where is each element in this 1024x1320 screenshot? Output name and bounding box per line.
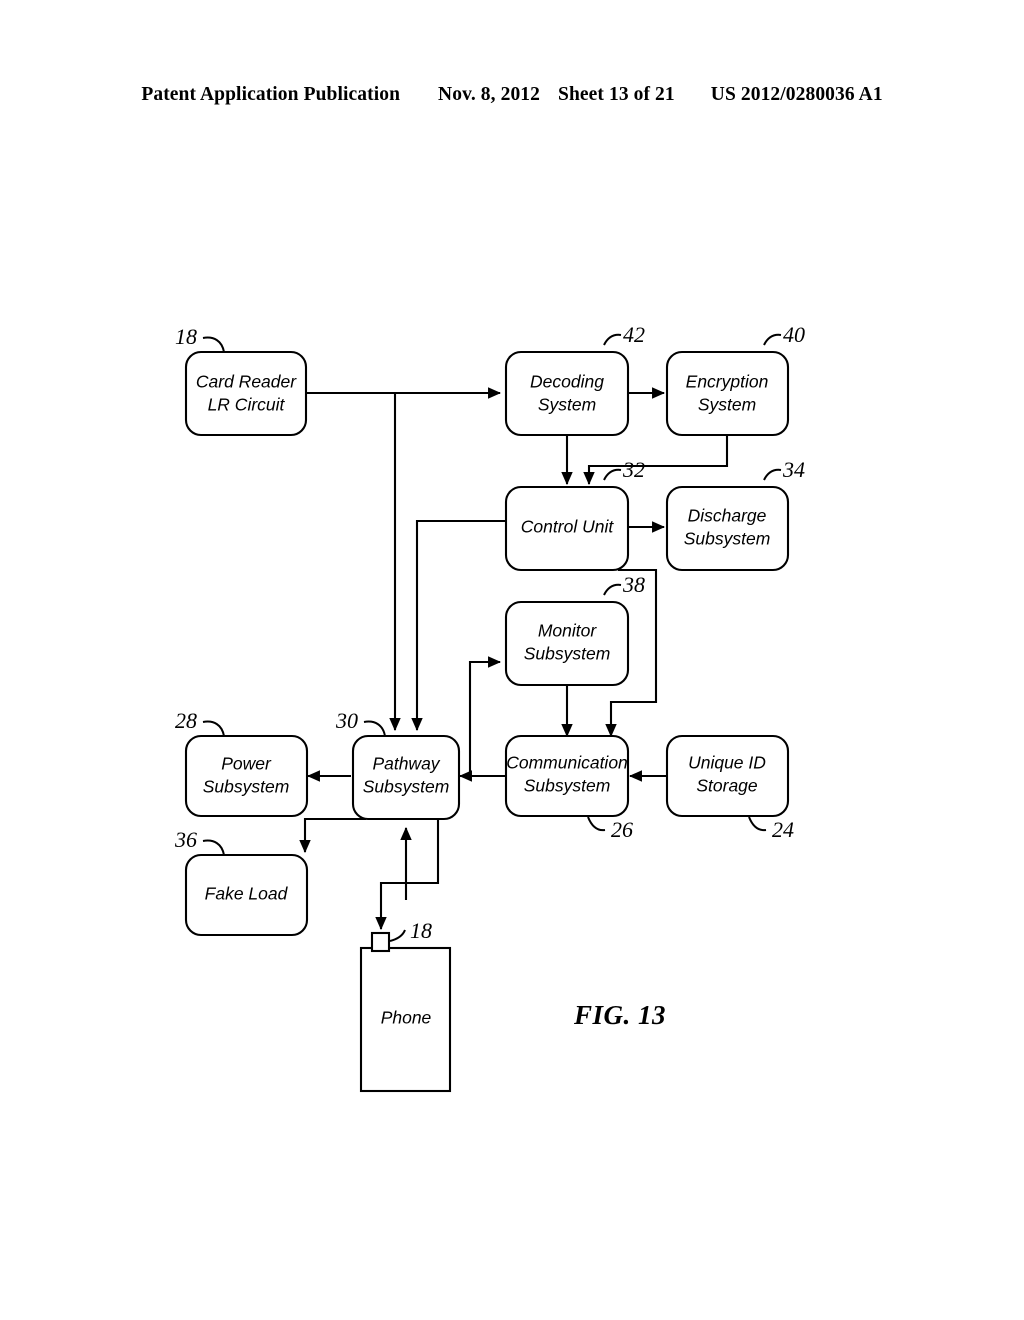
phone-connector-plug: [370, 931, 391, 953]
ref-callout-32-control-unit: 32: [603, 457, 645, 482]
ref-number-28-power: 28: [175, 708, 197, 733]
ref-number-42-decoding: 42: [623, 322, 645, 347]
ref-callout-18-card-reader: 18: [175, 324, 225, 353]
box-encryption-system[interactable]: Encryption System: [665, 350, 790, 437]
ref-callout-42-decoding: 42: [603, 322, 645, 347]
box-power-subsystem[interactable]: Power Subsystem: [184, 734, 309, 818]
box-unique-id-label-line1: Unique ID: [688, 753, 766, 773]
box-communication-label-line2: Subsystem: [524, 776, 611, 796]
box-monitor-label-line1: Monitor: [538, 621, 598, 641]
box-fake-load-label-line1: Fake Load: [205, 884, 289, 904]
ref-number-34-discharge: 34: [782, 457, 805, 482]
box-card-reader-label-line1: Card Reader: [196, 372, 297, 392]
box-pathway-label-line2: Subsystem: [363, 777, 450, 797]
box-phone-label: Phone: [381, 1008, 432, 1028]
edge-control-to-pathway: [411, 519, 506, 732]
patent-page: Patent Application Publication Nov. 8, 2…: [0, 0, 1024, 1320]
box-control-unit[interactable]: Control Unit: [504, 485, 630, 572]
box-decoding-system[interactable]: Decoding System: [504, 350, 630, 437]
box-monitor-label-line2: Subsystem: [524, 644, 611, 664]
box-decoding-label-line2: System: [538, 395, 596, 415]
box-card-reader-lr-circuit[interactable]: Card Reader LR Circuit: [184, 350, 308, 437]
box-discharge-subsystem[interactable]: Discharge Subsystem: [665, 485, 790, 572]
figure-13: Card Reader LR Circuit 18 Decoding Syste…: [0, 0, 1024, 1320]
box-pathway-label-line1: Pathway: [372, 754, 440, 774]
box-phone[interactable]: Phone: [359, 946, 452, 1093]
ref-callout-26-communication: 26: [587, 816, 633, 842]
ref-number-38-monitor: 38: [622, 572, 645, 597]
ref-number-18-phone: 18: [410, 918, 432, 943]
ref-callout-34-discharge: 34: [763, 457, 805, 482]
ref-number-18-card-reader: 18: [175, 324, 197, 349]
ref-callout-30-pathway: 30: [335, 708, 386, 737]
block-diagram: Card Reader LR Circuit 18 Decoding Syste…: [174, 322, 805, 1093]
box-pathway-subsystem[interactable]: Pathway Subsystem: [351, 734, 461, 821]
ref-callout-40-encryption: 40: [763, 322, 805, 347]
ref-callout-36-fake-load: 36: [174, 827, 225, 856]
box-unique-id-label-line2: Storage: [696, 776, 758, 796]
box-power-label-line2: Subsystem: [203, 777, 290, 797]
box-fake-load[interactable]: Fake Load: [184, 853, 309, 937]
box-power-label-line1: Power: [221, 754, 272, 774]
ref-callout-24-unique-id: 24: [748, 816, 794, 842]
box-encryption-label-line1: Encryption: [686, 372, 769, 392]
ref-callout-38-monitor: 38: [603, 572, 645, 597]
ref-callout-28-power: 28: [175, 708, 225, 737]
ref-number-32-control-unit: 32: [622, 457, 645, 482]
box-encryption-label-line2: System: [698, 395, 756, 415]
edge-pathway-to-fakeload: [299, 817, 366, 854]
box-control-unit-label-line1: Control Unit: [521, 517, 615, 537]
box-communication-label-line1: Communication: [506, 753, 628, 773]
box-communication-subsystem[interactable]: Communication Subsystem: [504, 734, 630, 818]
ref-callout-18-phone: 18: [389, 918, 432, 943]
box-unique-id-storage[interactable]: Unique ID Storage: [665, 734, 790, 818]
box-discharge-label-line1: Discharge: [688, 506, 767, 526]
box-discharge-label-line2: Subsystem: [684, 529, 771, 549]
ref-number-30-pathway: 30: [335, 708, 358, 733]
box-decoding-label-line1: Decoding: [530, 372, 604, 392]
ref-number-36-fake-load: 36: [174, 827, 197, 852]
box-card-reader-label-line2: LR Circuit: [208, 395, 286, 415]
box-monitor-subsystem[interactable]: Monitor Subsystem: [504, 600, 630, 687]
edge-encryption-to-control: [583, 436, 729, 486]
edge-pathway-to-monitor: [468, 656, 502, 779]
figure-caption: FIG. 13: [573, 1000, 666, 1030]
ref-number-40-encryption: 40: [783, 322, 805, 347]
ref-number-26-communication: 26: [611, 817, 633, 842]
ref-number-24-unique-id: 24: [772, 817, 794, 842]
edge-pathway-to-phone: [375, 819, 440, 931]
